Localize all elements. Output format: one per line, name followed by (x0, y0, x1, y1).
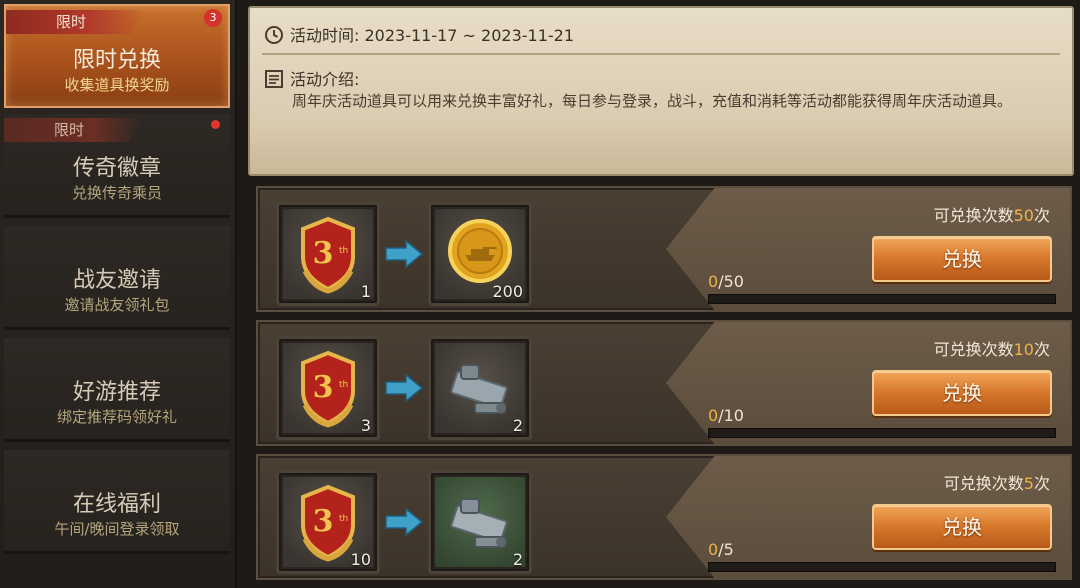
event-time-label: 活动时间: (290, 26, 365, 45)
exchange-limit-text: 可兑换次数50次 (933, 206, 1050, 225)
sidebar: 限时 3 限时兑换 收集道具换奖励 限时 传奇徽章 兑换传奇乘员 战友邀请 邀请… (0, 0, 237, 588)
tank-part-green-icon (435, 477, 525, 567)
clock-icon (264, 25, 284, 49)
sidebar-item-subtitle: 收集道具换奖励 (64, 76, 170, 94)
limited-tag: 限时 (4, 118, 142, 142)
exchange-row: 3 th 10 2 可兑换次数5次 兑换 0/5 (256, 454, 1072, 580)
exchange-row: 3 th 3 2 可兑换次数10次 兑换 0/10 (256, 320, 1072, 446)
sidebar-item-title: 传奇徽章 (72, 156, 161, 181)
sidebar-item-subtitle: 兑换传奇乘员 (71, 184, 162, 202)
anniversary-token-icon: 3 th (283, 343, 373, 433)
reward-item-slot[interactable]: 2 (428, 470, 532, 574)
exchange-button[interactable]: 兑换 (872, 236, 1052, 282)
arrow-right-icon (382, 238, 426, 270)
sidebar-item-invite-friends[interactable]: 战友邀请 邀请战友领礼包 (4, 226, 230, 330)
notification-count-badge: 3 (204, 9, 222, 27)
sidebar-item-title: 战友邀请 (72, 268, 161, 293)
progress-label: 0/10 (708, 406, 744, 425)
event-info-panel: 活动时间: 2023-11-17 ~ 2023-11-21 活动介绍: 周年庆活… (248, 6, 1074, 176)
cost-quantity: 1 (360, 282, 371, 301)
event-intro-text: 周年庆活动道具可以用来兑换丰富好礼，每日参与登录，战斗，充值和消耗等活动都能获得… (292, 92, 1013, 110)
arrow-right-icon (382, 372, 426, 404)
cost-item-slot[interactable]: 3 th 10 (276, 470, 380, 574)
progress-bar (708, 428, 1056, 438)
sidebar-item-title: 好游推荐 (72, 380, 161, 405)
svg-text:3: 3 (313, 236, 334, 271)
cost-quantity: 3 (360, 416, 371, 435)
reward-quantity: 2 (512, 550, 523, 569)
progress-label: 0/50 (708, 272, 744, 291)
svg-text:th: th (339, 246, 348, 256)
exchange-row: 3 th 1 200 可兑换次数50次 兑换 0/50 (256, 186, 1072, 312)
reward-item-slot[interactable]: 200 (428, 202, 532, 306)
svg-text:th: th (339, 380, 348, 390)
event-time-row: 活动时间: 2023-11-17 ~ 2023-11-21 (264, 22, 574, 49)
sidebar-item-subtitle: 邀请战友领礼包 (64, 296, 170, 314)
sidebar-item-online-rewards[interactable]: 在线福利 午间/晚间登录领取 (4, 450, 230, 554)
event-intro-row: 活动介绍: (264, 66, 359, 93)
event-intro-label: 活动介绍: (290, 70, 360, 89)
cost-item-slot[interactable]: 3 th 3 (276, 336, 380, 440)
svg-text:3: 3 (313, 504, 334, 539)
svg-text:3: 3 (313, 370, 334, 405)
svg-text:th: th (339, 514, 348, 524)
divider (262, 53, 1060, 55)
exchange-button[interactable]: 兑换 (872, 370, 1052, 416)
progress-label: 0/5 (708, 540, 734, 559)
limited-tag: 限时 (6, 10, 144, 34)
event-time-value: 2023-11-17 ~ 2023-11-21 (364, 26, 575, 45)
anniversary-token-icon: 3 th (283, 209, 373, 299)
sidebar-item-legend-badge[interactable]: 限时 传奇徽章 兑换传奇乘员 (4, 114, 230, 218)
exchange-button[interactable]: 兑换 (872, 504, 1052, 550)
cost-item-slot[interactable]: 3 th 1 (276, 202, 380, 306)
red-dot-badge (211, 120, 220, 129)
sidebar-item-title: 限时兑换 (72, 48, 161, 73)
sidebar-item-game-recommend[interactable]: 好游推荐 绑定推荐码领好礼 (4, 338, 230, 442)
exchange-limit-text: 可兑换次数10次 (933, 340, 1050, 359)
progress-bar (708, 294, 1056, 304)
sidebar-item-limited-exchange[interactable]: 限时 3 限时兑换 收集道具换奖励 (4, 4, 230, 108)
sidebar-item-title: 在线福利 (72, 492, 161, 517)
sidebar-item-subtitle: 绑定推荐码领好礼 (56, 408, 177, 426)
exchange-limit-text: 可兑换次数5次 (943, 474, 1050, 493)
sidebar-item-subtitle: 午间/晚间登录领取 (54, 520, 180, 538)
arrow-right-icon (382, 506, 426, 538)
progress-bar (708, 562, 1056, 572)
document-icon (264, 69, 284, 93)
tank-part-icon (435, 343, 525, 433)
cost-quantity: 10 (350, 550, 371, 569)
reward-quantity: 2 (512, 416, 523, 435)
reward-quantity: 200 (492, 282, 523, 301)
reward-item-slot[interactable]: 2 (428, 336, 532, 440)
